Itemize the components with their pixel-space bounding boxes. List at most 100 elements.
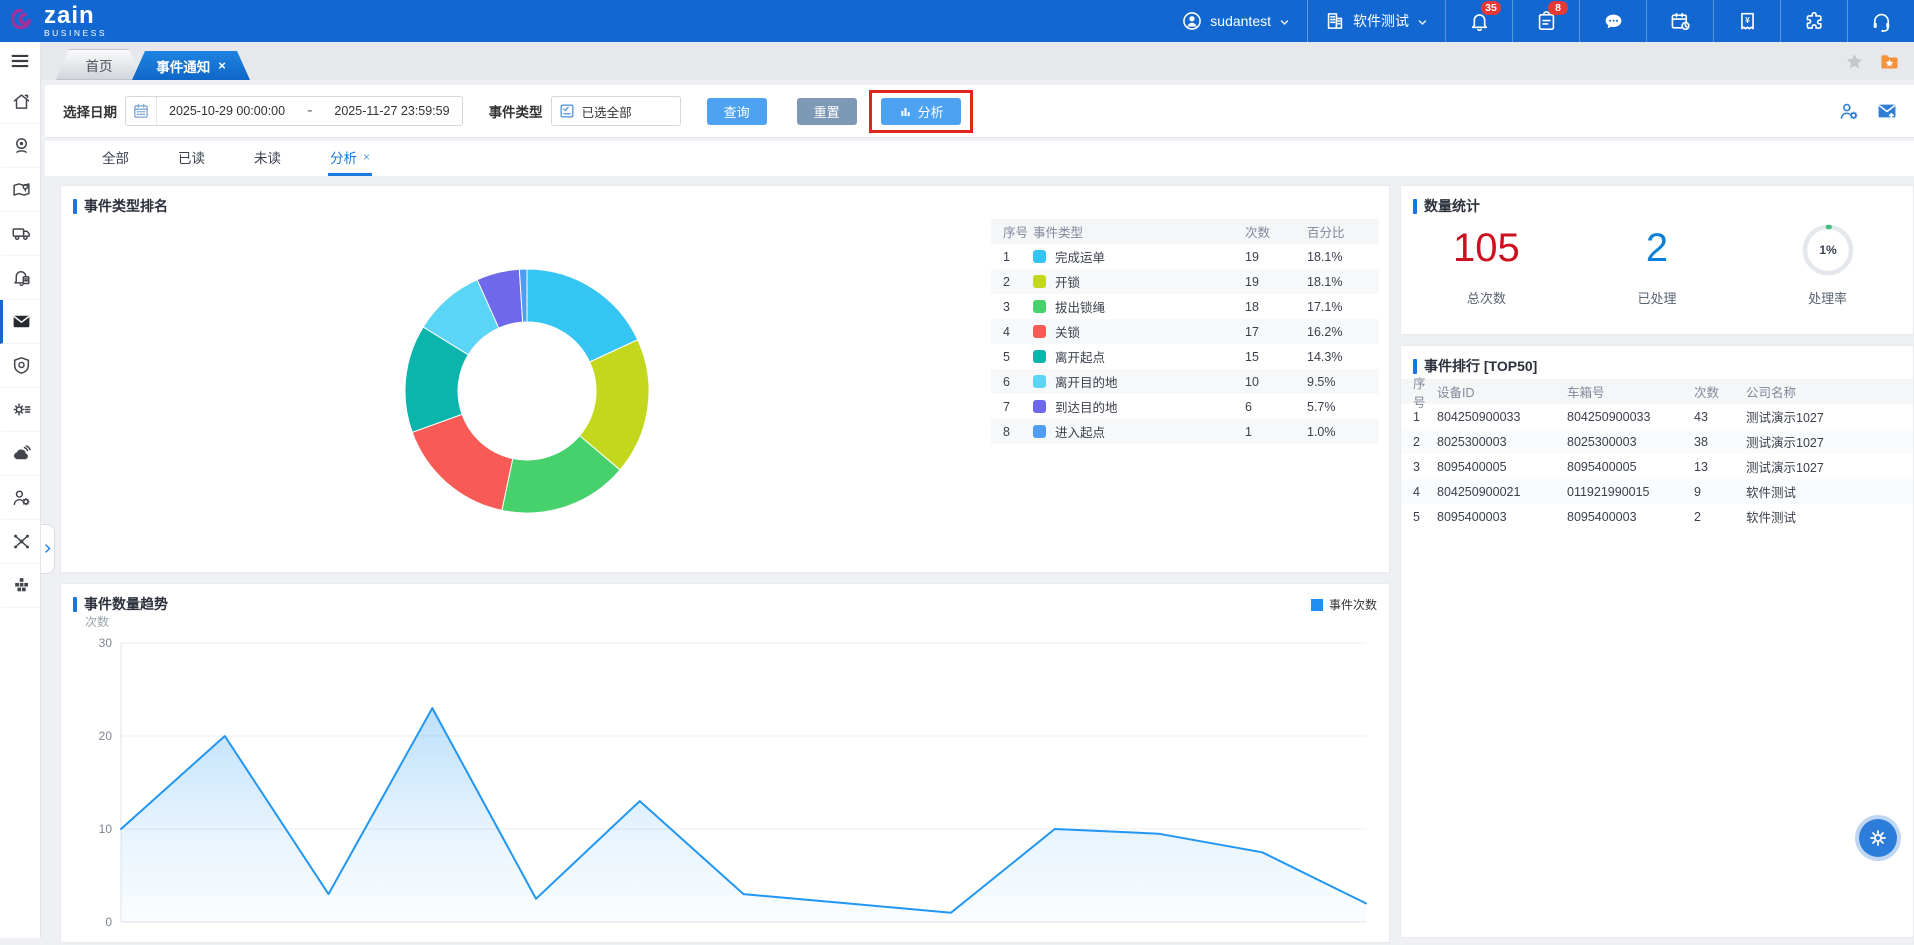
event-type-select[interactable]: 已选全部 xyxy=(551,96,681,126)
subtab-全部[interactable]: 全部 xyxy=(100,141,131,176)
series-color-swatch xyxy=(1033,325,1046,338)
sidebar-item-network[interactable] xyxy=(0,520,40,564)
date-range-input[interactable]: 2025-10-29 00:00:00 - 2025-11-27 23:59:5… xyxy=(125,96,463,126)
analyze-highlight-box: 分析 xyxy=(869,90,973,133)
stat-metric-处理率: 1% 处理率 xyxy=(1742,222,1913,307)
sidebar-item-cluster[interactable] xyxy=(0,564,40,608)
chevron-down-icon xyxy=(1416,13,1429,29)
rank-table-row: 8进入起点11.0% xyxy=(991,419,1379,444)
sidebar-item-camera[interactable] xyxy=(0,124,40,168)
org-menu[interactable]: 软件测试 xyxy=(1308,0,1445,42)
menu-toggle-button[interactable] xyxy=(0,42,40,80)
user-menu[interactable]: sudantest xyxy=(1165,0,1307,42)
sidebar-expander[interactable] xyxy=(40,524,55,574)
trend-legend: 事件次数 xyxy=(1311,596,1377,613)
reset-button[interactable]: 重置 xyxy=(797,98,857,125)
top50-table-row: 5809540000380954000032软件测试 xyxy=(1401,504,1913,529)
rate-gauge: 1% xyxy=(1800,222,1856,278)
chevron-down-icon xyxy=(1278,13,1291,29)
panel-title: 数量统计 xyxy=(1424,196,1480,216)
header-toolbar: 35 8 ¥ xyxy=(1445,0,1914,42)
title-bar xyxy=(1413,199,1417,214)
notification-badge: 8 xyxy=(1548,1,1568,15)
top50-table-row: 48042509000210119219900159软件测试 xyxy=(1401,479,1913,504)
user-name: sudantest xyxy=(1210,13,1271,29)
user-avatar-icon xyxy=(1181,10,1203,32)
favorite-star-icon[interactable] xyxy=(1844,51,1865,72)
subtab-分析[interactable]: 分析× xyxy=(328,141,372,176)
query-button[interactable]: 查询 xyxy=(707,98,767,125)
clipboard-tool-button[interactable]: 8 xyxy=(1512,0,1579,42)
headset-tool-button[interactable] xyxy=(1847,0,1914,42)
panel-title: 事件数量趋势 xyxy=(84,594,168,614)
floating-settings-button[interactable] xyxy=(1859,819,1897,857)
brand-subtitle: BUSINESS xyxy=(44,29,107,38)
stat-label: 处理率 xyxy=(1808,288,1847,307)
brand-name: zain xyxy=(44,4,107,28)
stats-metrics: 105总次数2已处理1%处理率 xyxy=(1401,222,1913,307)
puzzle-tool-button[interactable] xyxy=(1780,0,1847,42)
page-tab-首页[interactable]: 首页 xyxy=(56,49,142,80)
header-right: sudantest 软件测试 35 8 ¥ xyxy=(1165,0,1914,42)
list-check-icon xyxy=(558,102,576,120)
chevron-right-icon xyxy=(41,540,54,558)
gear-icon xyxy=(1867,827,1889,849)
rank-table-row: 1完成运单1918.1% xyxy=(991,244,1379,269)
svg-text:0: 0 xyxy=(105,915,112,929)
rank-table-row: 7到达目的地65.7% xyxy=(991,394,1379,419)
date-separator: - xyxy=(307,102,312,120)
close-subtab-icon[interactable]: × xyxy=(363,150,370,164)
analyze-button[interactable]: 分析 xyxy=(881,98,961,125)
top50-table-body: 180425090003380425090003343测试演示102728025… xyxy=(1401,404,1913,529)
table-header: 序号 事件类型 次数 百分比 xyxy=(991,219,1379,244)
title-bar xyxy=(73,199,77,214)
bell-tool-button[interactable]: 35 xyxy=(1445,0,1512,42)
sidebar-item-shield[interactable] xyxy=(0,344,40,388)
panel-title: 事件排行 [TOP50] xyxy=(1424,356,1537,376)
left-sidebar xyxy=(0,42,41,938)
brand-logo: zain BUSINESS xyxy=(0,4,107,39)
bookmark-folder-icon[interactable] xyxy=(1879,51,1900,72)
series-color-swatch xyxy=(1033,375,1046,388)
filter-bar: 选择日期 2025-10-29 00:00:00 - 2025-11-27 23… xyxy=(45,85,1914,138)
event-type-ranking-panel: 事件类型排名 序号 事件类型 次数 百分比 1完成运单1918.1%2开锁191… xyxy=(60,185,1390,573)
panel-title: 事件类型排名 xyxy=(84,196,168,216)
bar-chart-icon xyxy=(898,103,913,119)
title-bar xyxy=(1413,359,1417,374)
event-type-table: 序号 事件类型 次数 百分比 1完成运单1918.1%2开锁1918.1%3拔出… xyxy=(991,219,1379,444)
subtab-已读[interactable]: 已读 xyxy=(176,141,207,176)
event-type-donut-chart xyxy=(402,266,652,516)
legend-swatch xyxy=(1311,599,1323,611)
top50-table: 序号设备ID车箱号次数公司名称 180425090003380425090003… xyxy=(1401,379,1913,529)
settings-user-icon[interactable] xyxy=(1838,100,1860,122)
top50-table-row: 28025300003802530000338测试演示1027 xyxy=(1401,429,1913,454)
date-range-label: 选择日期 xyxy=(63,101,117,121)
sidebar-item-user-gear[interactable] xyxy=(0,476,40,520)
table-header: 序号设备ID车箱号次数公司名称 xyxy=(1401,379,1913,404)
sidebar-item-gear-tasks[interactable] xyxy=(0,388,40,432)
building-icon xyxy=(1324,10,1346,32)
mail-send-icon[interactable] xyxy=(1876,100,1898,122)
page-tab-事件通知[interactable]: 事件通知× xyxy=(132,51,250,80)
sidebar-item-cloud-signal[interactable] xyxy=(0,432,40,476)
close-tab-icon[interactable]: × xyxy=(218,58,226,73)
subtab-bar: 全部 已读 未读 分析× xyxy=(45,141,1914,177)
sidebar-item-truck[interactable] xyxy=(0,212,40,256)
org-name: 软件测试 xyxy=(1353,11,1409,31)
sidebar-item-map-pin[interactable] xyxy=(0,168,40,212)
sidebar-item-home[interactable] xyxy=(0,80,40,124)
series-color-swatch xyxy=(1033,250,1046,263)
sidebar-item-mail[interactable] xyxy=(0,300,40,344)
svg-text:10: 10 xyxy=(99,822,113,836)
svg-text:20: 20 xyxy=(99,729,113,743)
calendar-clock-tool-button[interactable] xyxy=(1646,0,1713,42)
chat-tool-button[interactable] xyxy=(1579,0,1646,42)
trend-area xyxy=(121,708,1366,922)
rank-table-body: 1完成运单1918.1%2开锁1918.1%3拔出锁绳1817.1%4关锁171… xyxy=(991,244,1379,444)
sidebar-item-bell-doc[interactable] xyxy=(0,256,40,300)
receipt-tool-button[interactable]: ¥ xyxy=(1713,0,1780,42)
svg-text:1%: 1% xyxy=(1819,243,1837,257)
subtab-未读[interactable]: 未读 xyxy=(252,141,283,176)
rank-table-row: 3拔出锁绳1817.1% xyxy=(991,294,1379,319)
top-header: zain BUSINESS sudantest 软件测试 35 8 ¥ xyxy=(0,0,1914,42)
